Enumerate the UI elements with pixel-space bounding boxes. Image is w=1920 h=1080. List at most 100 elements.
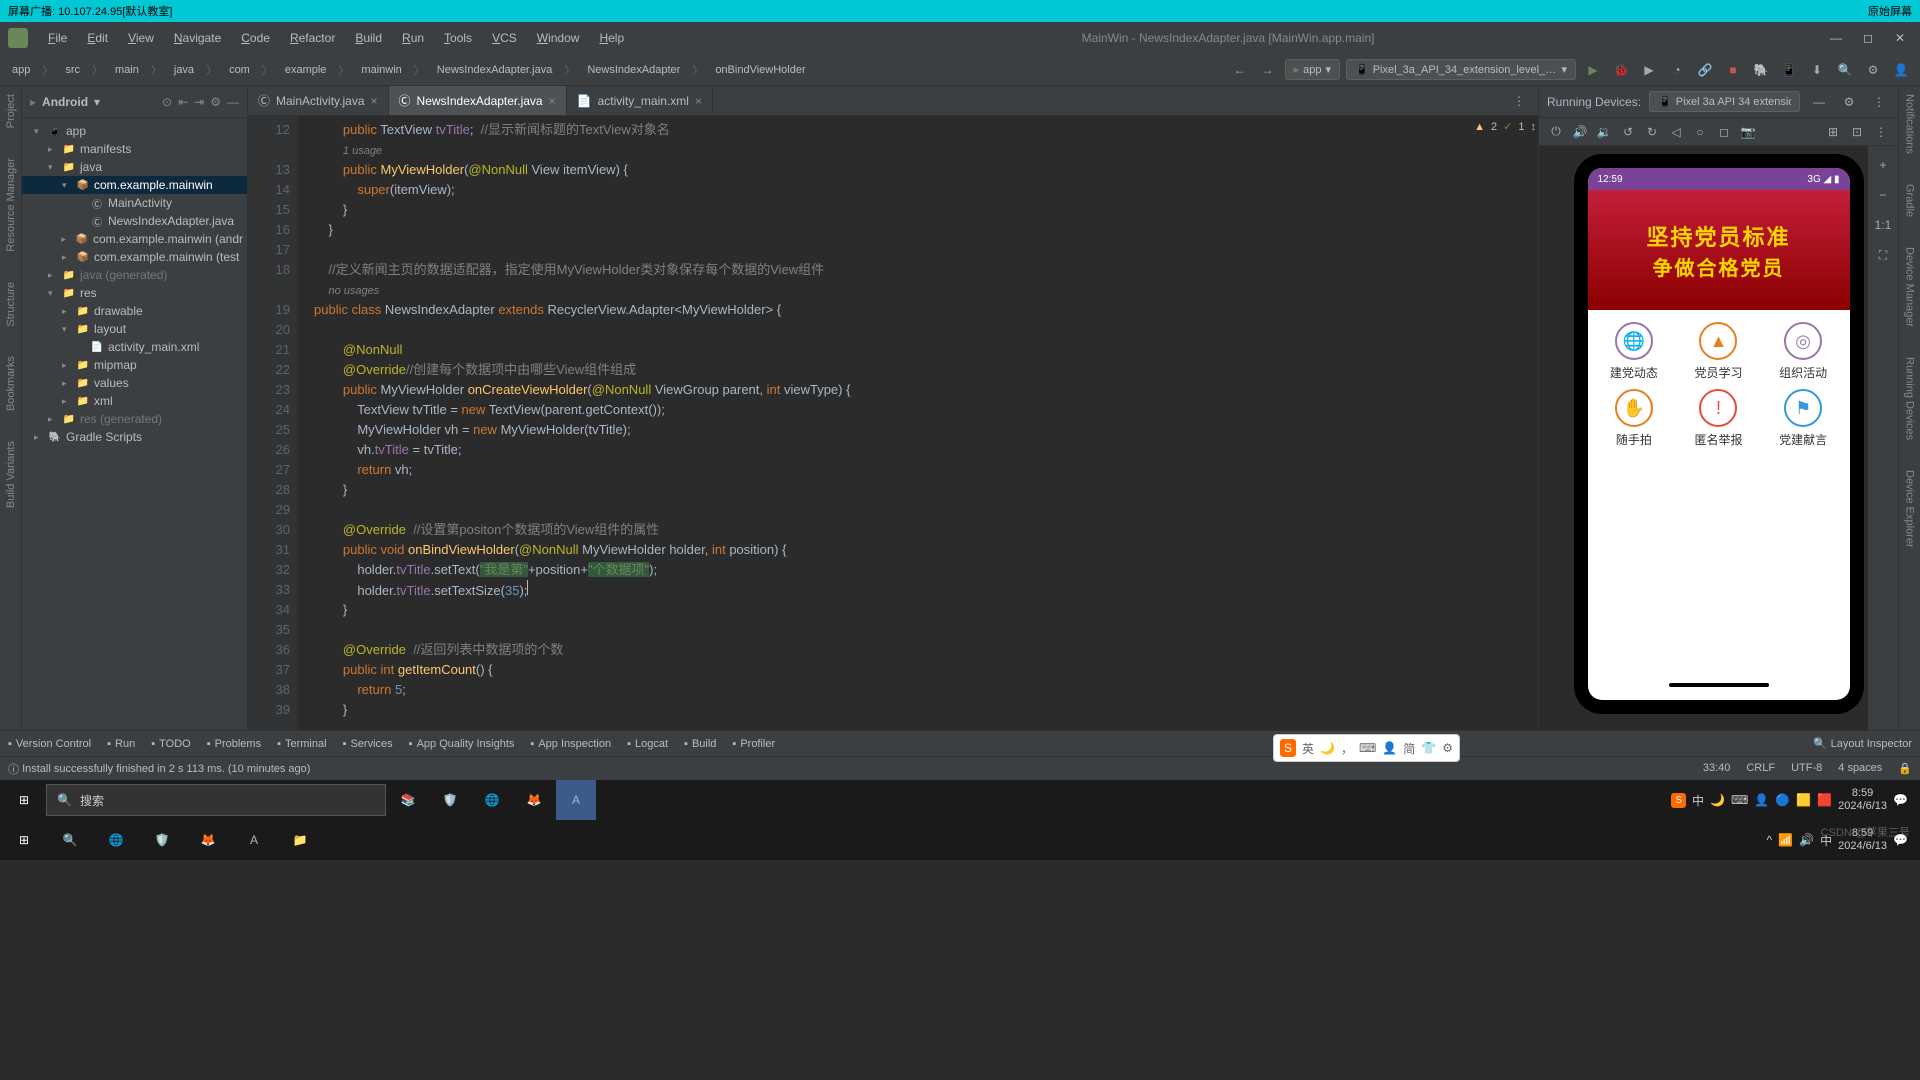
menu-help[interactable]: Help: [591, 27, 632, 49]
panel-expand-icon[interactable]: ⇥: [194, 95, 204, 109]
tree-item[interactable]: ▾📁layout: [22, 320, 247, 338]
task-explorer-icon[interactable]: 📁: [280, 820, 320, 860]
ime-bar[interactable]: S 英 🌙 ， ⌨ 👤 简 👕 ⚙: [1273, 734, 1460, 762]
tree-item[interactable]: ▸📁drawable: [22, 302, 247, 320]
tree-item[interactable]: ⒸMainActivity: [22, 194, 247, 212]
breadcrumb-item[interactable]: main: [111, 62, 143, 78]
search-icon[interactable]: 🔍: [1834, 59, 1856, 81]
emu-zoom-in-icon[interactable]: +: [1872, 154, 1894, 176]
breadcrumb-item[interactable]: java: [170, 62, 198, 78]
task-search-icon[interactable]: 🔍: [50, 820, 90, 860]
notifications-icon[interactable]: 💬: [1893, 793, 1908, 807]
taskbar-search[interactable]: 🔍 搜索: [46, 784, 386, 816]
emu-menu-icon[interactable]: ⋮: [1870, 121, 1892, 143]
tree-item[interactable]: ▸📁values: [22, 374, 247, 392]
bottom-tab-problems[interactable]: ▪ Problems: [207, 738, 261, 750]
ime-lang[interactable]: 英: [1302, 740, 1314, 757]
bottom-tab-profiler[interactable]: ▪ Profiler: [732, 738, 775, 750]
emu-recent-icon[interactable]: ◻: [1713, 121, 1735, 143]
run-config-dropdown[interactable]: ▸app▾: [1285, 59, 1340, 80]
ime-person-icon[interactable]: 👤: [1382, 741, 1397, 755]
close-button[interactable]: ✕: [1888, 26, 1912, 50]
sync-icon[interactable]: 🐘: [1750, 59, 1772, 81]
editor-tab[interactable]: ⒸMainActivity.java×: [248, 86, 389, 115]
sdk-icon[interactable]: ⬇: [1806, 59, 1828, 81]
panel-target-icon[interactable]: ⊙: [162, 95, 172, 109]
emu-rotl-icon[interactable]: ↺: [1617, 121, 1639, 143]
app-grid-item[interactable]: 🌐建党动态: [1596, 322, 1673, 381]
emu-extra1-icon[interactable]: ⊞: [1822, 121, 1844, 143]
tree-item[interactable]: ▸📦com.example.mainwin (test: [22, 248, 247, 266]
panel-hide-icon[interactable]: —: [227, 95, 239, 109]
tree-item[interactable]: ▸📁manifests: [22, 140, 247, 158]
emu-hide-icon[interactable]: —: [1808, 91, 1830, 113]
maximize-button[interactable]: ◻: [1856, 26, 1880, 50]
menu-tools[interactable]: Tools: [436, 27, 480, 49]
tree-item[interactable]: ▸📁mipmap: [22, 356, 247, 374]
bottom-tab-build[interactable]: ▪ Build: [684, 738, 716, 750]
bottom-tab-app-inspection[interactable]: ▪ App Inspection: [530, 738, 611, 750]
ime-comma-icon[interactable]: ，: [1341, 740, 1353, 757]
rail-notifications[interactable]: Notifications: [1904, 94, 1916, 154]
editor-tab[interactable]: 📄activity_main.xml×: [567, 88, 713, 114]
menu-vcs[interactable]: VCS: [484, 27, 525, 49]
close-tab-icon[interactable]: ×: [371, 94, 378, 108]
avd-icon[interactable]: 📱: [1778, 59, 1800, 81]
task-app1-icon[interactable]: 📚: [388, 780, 428, 820]
encoding[interactable]: UTF-8: [1791, 762, 1822, 775]
code[interactable]: public TextView tvTitle; //显示新闻标题的TextVi…: [298, 116, 1538, 730]
app-grid-item[interactable]: ◎组织活动: [1765, 322, 1842, 381]
menu-window[interactable]: Window: [529, 27, 588, 49]
caret-pos[interactable]: 33:40: [1703, 762, 1731, 775]
app-grid-item[interactable]: ✋随手拍: [1596, 389, 1673, 448]
panel-title[interactable]: Android: [42, 95, 88, 109]
phone-screen[interactable]: 12:593G ◢ ▮ 坚持党员标准 争做合格党员 🌐建党动态▲党员学习◎组织活…: [1588, 168, 1850, 700]
ime-shirt-icon[interactable]: 👕: [1421, 741, 1436, 755]
emu-extra2-icon[interactable]: ⊡: [1846, 121, 1868, 143]
breadcrumb-item[interactable]: NewsIndexAdapter.java: [433, 62, 557, 78]
breadcrumb-item[interactable]: mainwin: [357, 62, 405, 78]
rail-device-explorer[interactable]: Device Explorer: [1904, 470, 1916, 548]
emulator-device-dropdown[interactable]: 📱Pixel 3a API 34 extension leve: [1649, 91, 1800, 112]
breadcrumb-item[interactable]: com: [225, 62, 254, 78]
rail-running-devices[interactable]: Running Devices: [1904, 357, 1916, 440]
emu-home-icon[interactable]: ○: [1689, 121, 1711, 143]
panel-settings-icon[interactable]: ⚙: [210, 95, 221, 109]
rail-project[interactable]: Project: [5, 94, 17, 128]
emu-settings-icon[interactable]: ⚙: [1838, 91, 1860, 113]
emu-shot-icon[interactable]: 📷: [1737, 121, 1759, 143]
inspection-widget[interactable]: ▲2 ✓1 ↕: [1474, 120, 1536, 133]
task-edge-icon[interactable]: 🌐: [472, 780, 512, 820]
breadcrumb-item[interactable]: NewsIndexAdapter: [583, 62, 684, 78]
tree-item[interactable]: ▾📁res: [22, 284, 247, 302]
emu-power-icon[interactable]: ⏻: [1545, 121, 1567, 143]
task-edge2-icon[interactable]: 🌐: [96, 820, 136, 860]
device-dropdown[interactable]: 📱Pixel_3a_API_34_extension_level_7...▾: [1346, 59, 1576, 80]
rail-bookmarks[interactable]: Bookmarks: [5, 356, 17, 411]
emu-rotr-icon[interactable]: ↻: [1641, 121, 1663, 143]
editor-tab[interactable]: ⒸNewsIndexAdapter.java×: [389, 86, 567, 115]
bottom-tab-version-control[interactable]: ▪ Version Control: [8, 738, 91, 750]
tree-item[interactable]: ▸🐘Gradle Scripts: [22, 428, 247, 446]
task-firefox-icon[interactable]: 🦊: [514, 780, 554, 820]
nav-back-icon[interactable]: ←: [1229, 59, 1251, 81]
account-icon[interactable]: 👤: [1890, 59, 1912, 81]
emu-zoom-out-icon[interactable]: −: [1872, 184, 1894, 206]
emu-volup-icon[interactable]: 🔊: [1569, 121, 1591, 143]
emu-fit-icon[interactable]: ⛶: [1872, 244, 1894, 266]
ime-keyboard-icon[interactable]: ⌨: [1359, 741, 1376, 755]
layout-inspector-tab[interactable]: 🔍 Layout Inspector: [1813, 737, 1912, 750]
menu-refactor[interactable]: Refactor: [282, 27, 343, 49]
app-grid-item[interactable]: !匿名举报: [1680, 389, 1757, 448]
tree-item[interactable]: ▾📁java: [22, 158, 247, 176]
panel-collapse-icon[interactable]: ⇤: [178, 95, 188, 109]
settings-icon[interactable]: ⚙: [1862, 59, 1884, 81]
project-tree[interactable]: ▾📱app▸📁manifests▾📁java▾📦com.example.main…: [22, 118, 247, 730]
tabs-more-icon[interactable]: ⋮: [1508, 90, 1530, 112]
tree-item[interactable]: ▸📁java (generated): [22, 266, 247, 284]
task-shield-icon[interactable]: 🛡️: [430, 780, 470, 820]
breadcrumb[interactable]: app〉src〉main〉java〉com〉example〉mainwin〉Ne…: [8, 60, 810, 80]
breadcrumb-item[interactable]: onBindViewHolder: [711, 62, 809, 78]
rail-resource-manager[interactable]: Resource Manager: [5, 158, 17, 252]
close-tab-icon[interactable]: ×: [695, 94, 702, 108]
